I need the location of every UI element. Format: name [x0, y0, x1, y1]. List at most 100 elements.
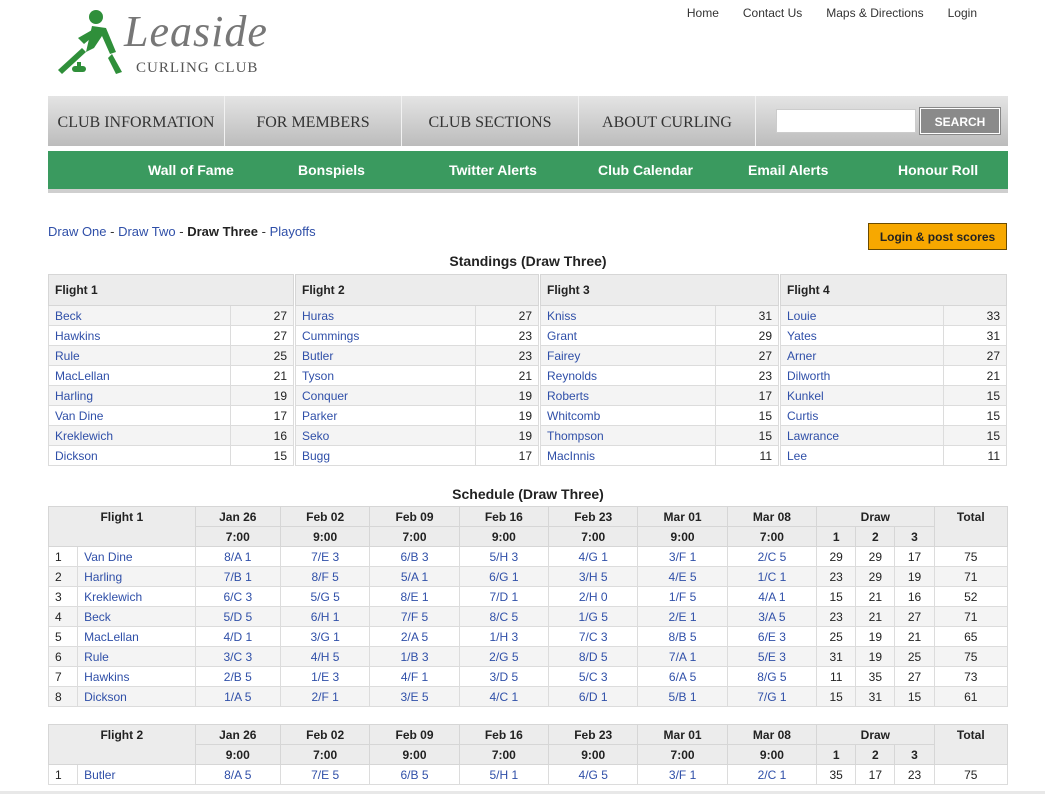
- game-link[interactable]: 7/F 5: [369, 606, 460, 627]
- search-button[interactable]: SEARCH: [919, 107, 1001, 135]
- subnav-honour-roll[interactable]: Honour Roll: [898, 151, 978, 189]
- game-link[interactable]: 1/F 5: [637, 586, 728, 607]
- game-link[interactable]: 3/F 1: [637, 764, 728, 785]
- team-name-link[interactable]: Tyson: [295, 365, 476, 386]
- team-name-link[interactable]: MacInnis: [540, 445, 716, 466]
- team-name-link[interactable]: Dilworth: [780, 365, 944, 386]
- game-link[interactable]: 3/G 1: [279, 626, 371, 647]
- game-link[interactable]: 5/D 5: [194, 606, 281, 627]
- game-link[interactable]: 8/F 5: [279, 566, 371, 587]
- team-name-link[interactable]: Lawrance: [780, 425, 944, 446]
- team-name-link[interactable]: Dickson: [77, 686, 196, 707]
- game-link[interactable]: 8/B 5: [637, 626, 728, 647]
- game-link[interactable]: 4/C 1: [458, 686, 550, 707]
- nav-club-sections[interactable]: CLUB SECTIONS: [402, 96, 579, 146]
- game-link[interactable]: 8/A 1: [194, 546, 281, 567]
- team-name-link[interactable]: Lee: [780, 445, 944, 466]
- game-link[interactable]: 5/C 3: [548, 666, 639, 687]
- team-name-link[interactable]: Butler: [295, 345, 476, 366]
- game-link[interactable]: 6/G 1: [458, 566, 550, 587]
- game-link[interactable]: 7/C 3: [548, 626, 639, 647]
- team-name-link[interactable]: Thompson: [540, 425, 716, 446]
- game-link[interactable]: 7/E 3: [279, 546, 371, 567]
- draw-two-link[interactable]: Draw Two: [118, 224, 176, 239]
- team-name-link[interactable]: Kniss: [540, 305, 716, 326]
- team-name-link[interactable]: Cummings: [295, 325, 476, 346]
- nav-club-information[interactable]: CLUB INFORMATION: [48, 96, 225, 146]
- game-link[interactable]: 5/H 1: [458, 764, 550, 785]
- team-name-link[interactable]: Beck: [77, 606, 196, 627]
- team-name-link[interactable]: Beck: [48, 305, 231, 326]
- team-name-link[interactable]: Reynolds: [540, 365, 716, 386]
- game-link[interactable]: 4/G 1: [548, 546, 639, 567]
- game-link[interactable]: 2/F 1: [279, 686, 371, 707]
- team-name-link[interactable]: Arner: [780, 345, 944, 366]
- game-link[interactable]: 6/B 3: [369, 546, 460, 567]
- game-link[interactable]: 2/H 0: [548, 586, 639, 607]
- game-link[interactable]: 7/B 1: [194, 566, 281, 587]
- team-name-link[interactable]: Seko: [295, 425, 476, 446]
- game-link[interactable]: 6/A 5: [637, 666, 728, 687]
- game-link[interactable]: 7/G 1: [726, 686, 818, 707]
- team-name-link[interactable]: Van Dine: [77, 546, 196, 567]
- game-link[interactable]: 6/H 1: [279, 606, 371, 627]
- game-link[interactable]: 1/C 1: [726, 566, 818, 587]
- team-name-link[interactable]: Kreklewich: [48, 425, 231, 446]
- game-link[interactable]: 4/F 1: [369, 666, 460, 687]
- game-link[interactable]: 8/C 5: [458, 606, 550, 627]
- team-name-link[interactable]: MacLellan: [48, 365, 231, 386]
- team-name-link[interactable]: Curtis: [780, 405, 944, 426]
- team-name-link[interactable]: Kunkel: [780, 385, 944, 406]
- game-link[interactable]: 2/A 5: [369, 626, 460, 647]
- game-link[interactable]: 6/E 3: [726, 626, 818, 647]
- team-name-link[interactable]: Dickson: [48, 445, 231, 466]
- nav-for-members[interactable]: FOR MEMBERS: [225, 96, 402, 146]
- search-input[interactable]: [776, 109, 916, 133]
- game-link[interactable]: 5/G 5: [279, 586, 371, 607]
- team-name-link[interactable]: Rule: [77, 646, 196, 667]
- team-name-link[interactable]: Fairey: [540, 345, 716, 366]
- game-link[interactable]: 4/E 5: [637, 566, 728, 587]
- game-link[interactable]: 3/A 5: [726, 606, 818, 627]
- team-name-link[interactable]: Hawkins: [48, 325, 231, 346]
- game-link[interactable]: 5/B 1: [637, 686, 728, 707]
- maps-directions-link[interactable]: Maps & Directions: [826, 6, 923, 20]
- game-link[interactable]: 7/D 1: [458, 586, 550, 607]
- game-link[interactable]: 1/A 5: [194, 686, 281, 707]
- team-name-link[interactable]: Butler: [77, 764, 196, 785]
- game-link[interactable]: 7/A 1: [637, 646, 728, 667]
- game-link[interactable]: 8/A 5: [194, 764, 281, 785]
- game-link[interactable]: 1/G 5: [548, 606, 639, 627]
- game-link[interactable]: 5/E 3: [726, 646, 818, 667]
- game-link[interactable]: 2/B 5: [194, 666, 281, 687]
- game-link[interactable]: 8/D 5: [548, 646, 639, 667]
- game-link[interactable]: 1/E 3: [279, 666, 371, 687]
- game-link[interactable]: 8/G 5: [726, 666, 818, 687]
- team-name-link[interactable]: Grant: [540, 325, 716, 346]
- game-link[interactable]: 4/H 5: [279, 646, 371, 667]
- game-link[interactable]: 1/H 3: [458, 626, 550, 647]
- team-name-link[interactable]: Louie: [780, 305, 944, 326]
- home-link[interactable]: Home: [687, 6, 719, 20]
- club-logo[interactable]: Leaside CURLING CLUB: [56, 7, 267, 78]
- game-link[interactable]: 4/D 1: [194, 626, 281, 647]
- team-name-link[interactable]: Harling: [48, 385, 231, 406]
- game-link[interactable]: 6/B 5: [369, 764, 460, 785]
- game-link[interactable]: 6/C 3: [194, 586, 281, 607]
- subnav-wall-of-fame[interactable]: Wall of Fame: [148, 151, 234, 189]
- game-link[interactable]: 7/E 5: [279, 764, 371, 785]
- team-name-link[interactable]: Conquer: [295, 385, 476, 406]
- subnav-twitter-alerts[interactable]: Twitter Alerts: [449, 151, 537, 189]
- subnav-email-alerts[interactable]: Email Alerts: [748, 151, 828, 189]
- game-link[interactable]: 2/E 1: [637, 606, 728, 627]
- game-link[interactable]: 5/H 3: [458, 546, 550, 567]
- game-link[interactable]: 8/E 1: [369, 586, 460, 607]
- game-link[interactable]: 2/C 5: [726, 546, 818, 567]
- game-link[interactable]: 3/D 5: [458, 666, 550, 687]
- team-name-link[interactable]: Yates: [780, 325, 944, 346]
- game-link[interactable]: 5/A 1: [369, 566, 460, 587]
- playoffs-link[interactable]: Playoffs: [270, 224, 316, 239]
- login-post-scores-button[interactable]: Login & post scores: [868, 223, 1007, 250]
- game-link[interactable]: 3/F 1: [637, 546, 728, 567]
- team-name-link[interactable]: Van Dine: [48, 405, 231, 426]
